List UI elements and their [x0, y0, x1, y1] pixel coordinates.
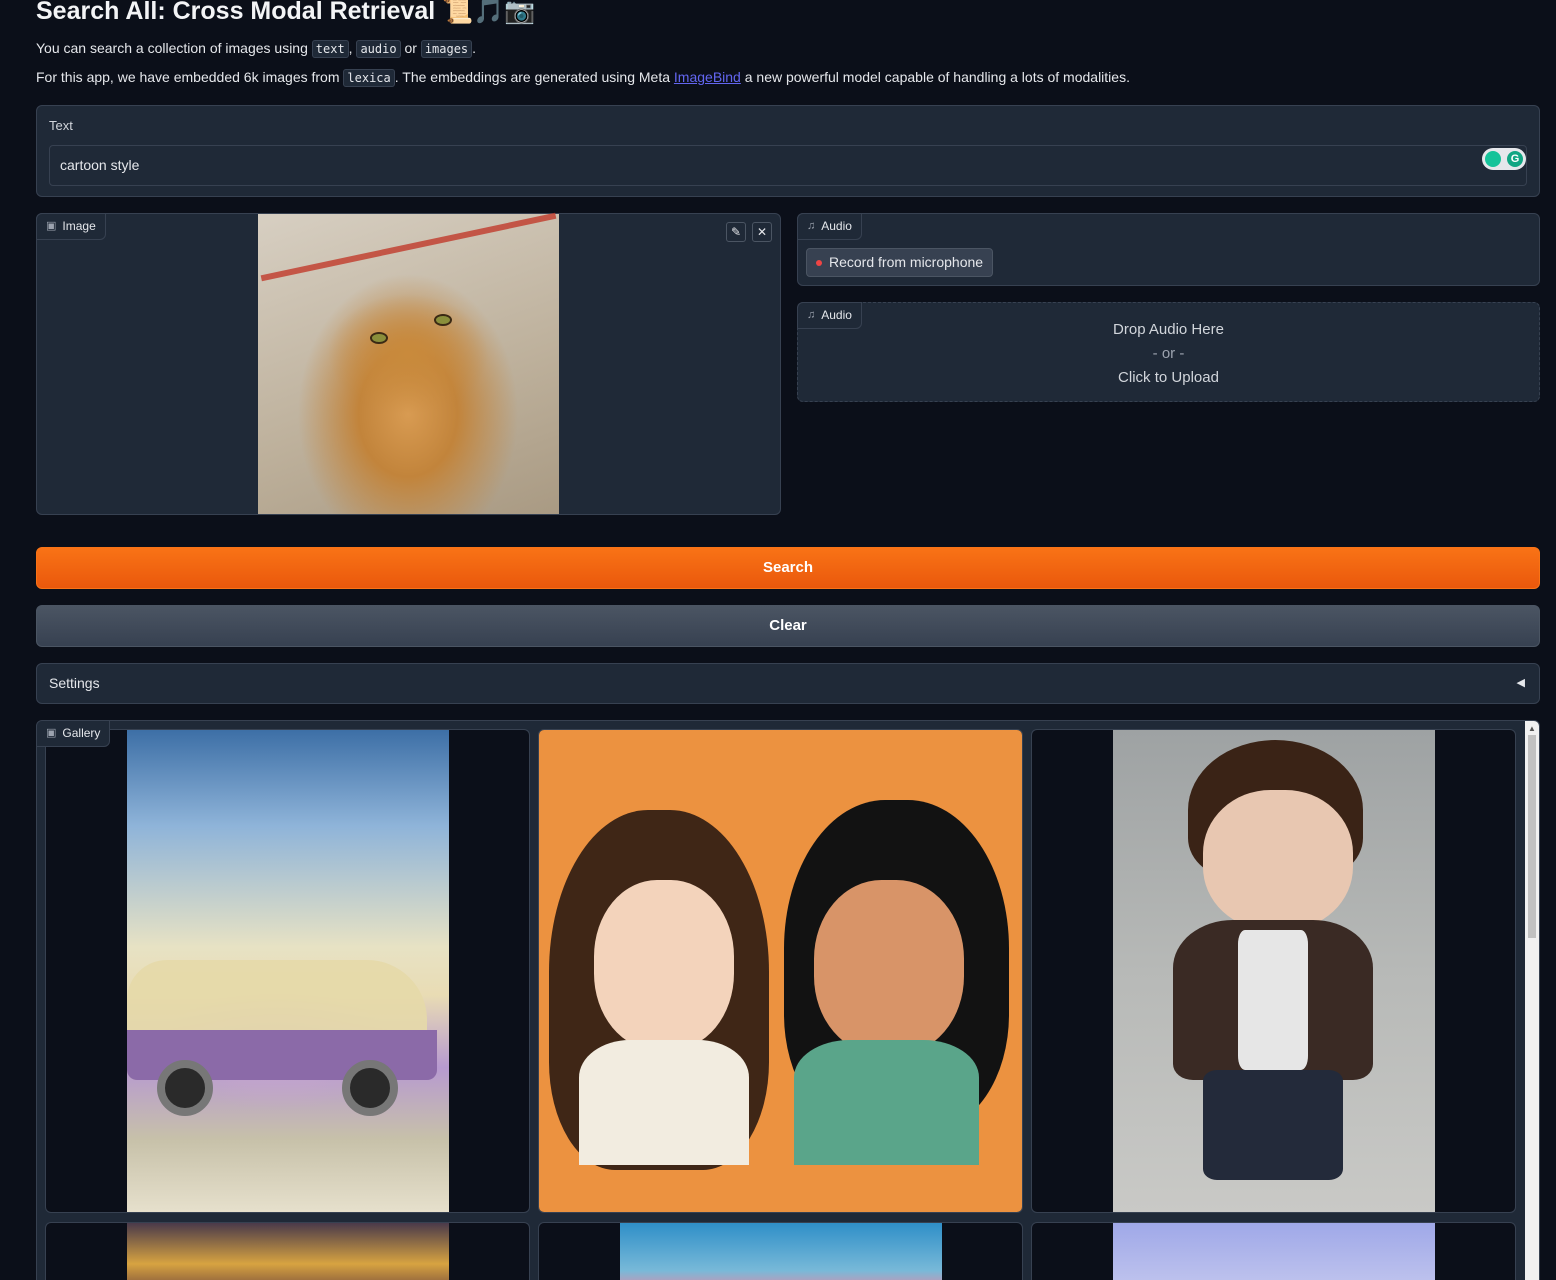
gallery-item[interactable]	[45, 729, 530, 1213]
car-wheel	[157, 1060, 213, 1116]
cat-left-eye	[370, 332, 388, 344]
audio-label-tag: ♫ Audio	[797, 213, 862, 240]
desc1-prefix: You can search a collection of images us…	[36, 40, 312, 56]
code-text: text	[311, 40, 349, 58]
audio-upload-block[interactable]: ♫ Audio Drop Audio Here - or - Click to …	[797, 302, 1540, 402]
gallery-item[interactable]	[1031, 1222, 1516, 1280]
gallery-scrollbar[interactable]: ▲	[1525, 721, 1539, 1280]
search-button[interactable]: Search	[36, 547, 1540, 589]
girl-shirt-left	[579, 1040, 749, 1165]
boy-pants	[1203, 1070, 1343, 1180]
settings-accordion[interactable]: Settings ◀	[36, 663, 1540, 704]
click-upload-text: Click to Upload	[1118, 369, 1219, 386]
collapse-arrow-icon[interactable]: ◀	[1517, 676, 1525, 689]
imagebind-link[interactable]: ImageBind	[674, 69, 741, 85]
gallery-image	[127, 1223, 449, 1280]
text-input-label: Text	[49, 118, 73, 133]
image-icon: ▣	[46, 220, 57, 232]
title-text: Search All: Cross Modal Retrieval	[36, 0, 436, 25]
image-label-tag: ▣ Image	[36, 213, 106, 240]
uploaded-cat-image	[258, 212, 559, 514]
car-wheel	[342, 1060, 398, 1116]
desc2-suffix: a new powerful model capable of handling…	[740, 69, 1130, 85]
boy-shirt	[1238, 930, 1308, 1070]
desc1-suffix: .	[472, 40, 477, 56]
music-note-icon: ♫	[807, 220, 816, 232]
or-text: - or -	[1152, 345, 1185, 362]
code-images: images	[420, 40, 473, 58]
audio-dropzone[interactable]: Drop Audio Here - or - Click to Upload	[798, 318, 1539, 390]
audio-label: Audio	[821, 219, 852, 233]
girl-face-right	[814, 880, 964, 1055]
gallery-image	[1113, 1223, 1435, 1280]
text-query-input[interactable]: cartoon style	[49, 145, 1527, 186]
image-actions: ✎ ✕	[726, 222, 772, 242]
clear-button[interactable]: Clear	[36, 605, 1540, 647]
cat-right-eye	[434, 314, 452, 326]
audio-microphone-block: ♫ Audio Record from microphone	[797, 213, 1540, 286]
pencil-icon[interactable]: ✎	[726, 222, 746, 242]
gallery-image-vintage-car	[127, 730, 449, 1212]
scroll-up-arrow-icon[interactable]: ▲	[1528, 724, 1536, 733]
gallery-item[interactable]	[538, 1222, 1023, 1280]
girl-face-left	[594, 880, 734, 1050]
desc1-sep2: or	[400, 40, 421, 56]
gallery-label: Gallery	[62, 726, 101, 740]
image-input-block[interactable]: ▣ Image ✎ ✕	[36, 212, 781, 515]
gallery-image	[620, 1223, 942, 1280]
gallery-item[interactable]	[538, 729, 1023, 1213]
gallery-item[interactable]	[1031, 729, 1516, 1213]
text-input-block: Text cartoon style G	[36, 105, 1540, 197]
gallery-item[interactable]	[45, 1222, 530, 1280]
gallery-label-tag: ▣ Gallery	[37, 721, 111, 747]
scrollbar-thumb[interactable]	[1528, 735, 1536, 938]
close-icon[interactable]: ✕	[752, 222, 772, 242]
record-microphone-button[interactable]: Record from microphone	[806, 248, 994, 277]
grammarly-widget[interactable]: G	[1482, 148, 1526, 170]
drop-audio-text: Drop Audio Here	[1113, 321, 1224, 338]
page-title: Search All: Cross Modal Retrieval 📜🎵📷	[36, 0, 536, 26]
desc2-prefix: For this app, we have embedded 6k images…	[36, 69, 344, 85]
gallery-image-cartoon-girls	[539, 730, 1022, 1212]
boy-face	[1203, 790, 1353, 930]
description-line-1: You can search a collection of images us…	[36, 40, 477, 58]
grammarly-assist-icon[interactable]	[1485, 151, 1501, 167]
desc2-mid: . The embeddings are generated using Met…	[394, 69, 674, 85]
settings-label: Settings	[49, 675, 100, 691]
code-audio: audio	[356, 40, 401, 58]
gallery-image-cartoon-boy	[1113, 730, 1435, 1212]
description-line-2: For this app, we have embedded 6k images…	[36, 69, 1130, 87]
image-label: Image	[62, 219, 96, 233]
results-gallery: ▣ Gallery ▲	[36, 720, 1540, 1280]
title-emoji: 📜🎵📷	[442, 0, 536, 25]
image-icon: ▣	[46, 727, 57, 739]
code-lexica: lexica	[343, 69, 395, 87]
background-stripe	[260, 212, 557, 282]
girl-shirt-right	[794, 1040, 979, 1165]
grammarly-icon[interactable]: G	[1507, 151, 1523, 167]
